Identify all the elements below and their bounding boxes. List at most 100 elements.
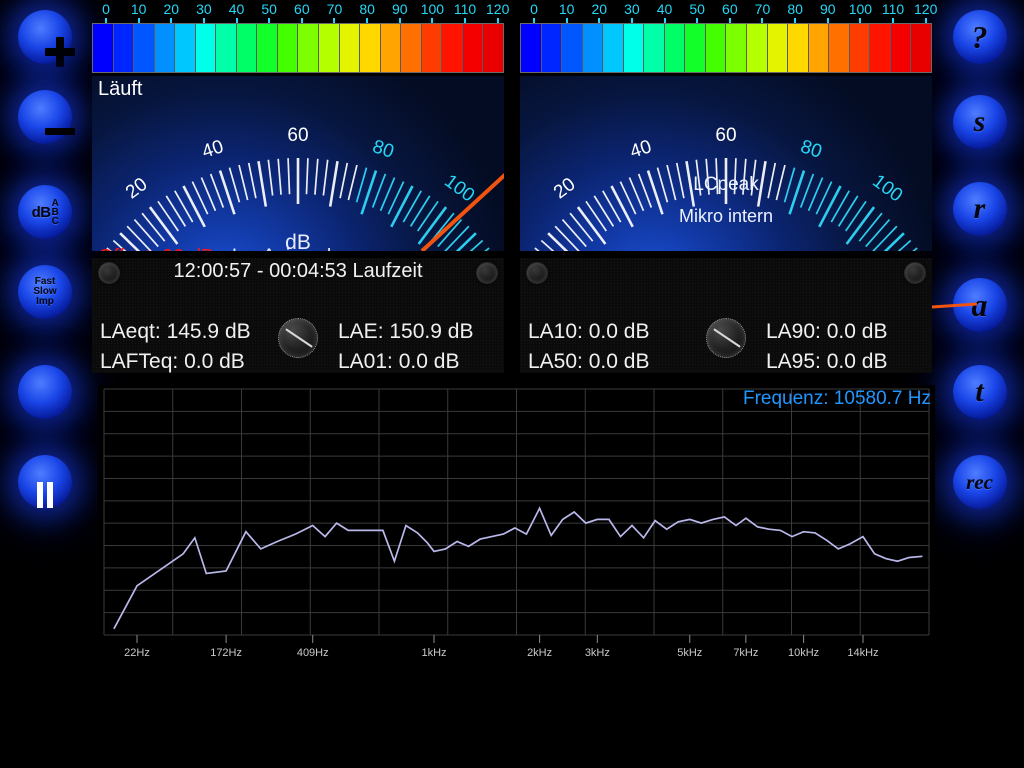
- scale-tick-label: 20: [163, 1, 180, 17]
- zoom-in-button[interactable]: [18, 10, 72, 64]
- fast-slow-imp-icon: Fast Slow Imp: [33, 277, 56, 307]
- help-button[interactable]: ?: [952, 10, 1007, 64]
- time-weighting-button[interactable]: Fast Slow Imp: [18, 265, 72, 319]
- scale-tick-label: 80: [787, 1, 803, 17]
- record-button[interactable]: rec: [952, 455, 1007, 509]
- spectrum-line: [113, 506, 923, 630]
- scale-tick-label: 110: [453, 1, 477, 17]
- scale-tick-label: 20: [591, 1, 608, 17]
- dial-tick: [865, 218, 891, 248]
- runtime-text: 12:00:57 - 00:04:53 Laufzeit: [173, 260, 423, 282]
- dial-tick: [247, 162, 257, 199]
- scale-band: [521, 24, 542, 72]
- screw-icon-top-right-2: [904, 262, 926, 284]
- la95-stat: LA95: 0.0 dB: [766, 350, 887, 373]
- scale-tick-label: 120: [485, 1, 510, 17]
- x-axis-label: 2kHz: [527, 647, 553, 659]
- lae-label: LAE:: [338, 320, 384, 343]
- dial-tick: [666, 164, 677, 201]
- scale-band: [277, 24, 299, 72]
- left-stats-panel[interactable]: 12:00:57 - 00:04:53 Laufzeit LAeqt: 145.…: [92, 258, 504, 373]
- scale-tick-mark: [696, 18, 699, 23]
- la01-label: LA01:: [338, 350, 393, 373]
- scale-band: [870, 24, 891, 72]
- scale-tick-mark: [137, 18, 140, 23]
- right-gauge-panel[interactable]: LCpeak Mikro intern 162.7 180.0 02040608…: [520, 76, 932, 251]
- left-scale-ticks: [92, 18, 504, 23]
- x-axis-label: 409Hz: [296, 647, 329, 659]
- frequency-spectrum-chart[interactable]: Frequenz: 10580.7 Hz 22Hz 172Hz 409Hz 1kHz 2…: [98, 385, 935, 670]
- scale-band: [216, 24, 237, 72]
- db-text: dB: [31, 203, 52, 221]
- peak-description: LCpeak: [693, 174, 759, 195]
- dial-tick: [339, 162, 349, 199]
- scale-band: [623, 24, 645, 72]
- pause-button[interactable]: [18, 455, 72, 509]
- scale-band: [664, 24, 686, 72]
- time-letter-icon: t: [975, 375, 984, 408]
- zoom-out-button[interactable]: [18, 90, 72, 144]
- dial-tick: [830, 190, 850, 223]
- dial-tick: [328, 160, 339, 207]
- scale-band: [236, 24, 258, 72]
- scale-tick-label: 40: [656, 1, 673, 17]
- dial-tick: [347, 164, 358, 201]
- scale-tick-label: 110: [881, 1, 905, 17]
- scale-band: [849, 24, 871, 72]
- right-stats-panel[interactable]: LA10: 0.0 dB LA90: 0.0 dB LA50: 0.0 dB L…: [520, 258, 932, 373]
- scale-tick-label: 50: [261, 1, 277, 17]
- x-axis-label: 7kHz: [733, 647, 759, 659]
- dial-tick: [872, 225, 898, 251]
- question-mark-icon: ?: [971, 19, 988, 55]
- dial-tick: [818, 185, 842, 228]
- stop-button[interactable]: [18, 365, 72, 419]
- scale-tick-label: 30: [624, 1, 640, 17]
- scale-tick-mark: [235, 18, 238, 23]
- reset-button[interactable]: r: [952, 182, 1007, 236]
- knob-control-right[interactable]: [706, 318, 746, 358]
- scale-band: [705, 24, 727, 72]
- scale-band: [726, 24, 748, 72]
- scale-tick-label: 120: [913, 1, 938, 17]
- scale-band: [175, 24, 196, 72]
- la50-label: LA50:: [528, 350, 583, 373]
- scale-tick-label: 50: [689, 1, 705, 17]
- time-button[interactable]: t: [952, 365, 1007, 419]
- scale-tick-mark: [663, 18, 666, 23]
- scale-band: [401, 24, 422, 72]
- scale-tick-mark: [565, 18, 568, 23]
- dial-tick: [756, 160, 767, 207]
- dial-tick: [287, 158, 291, 195]
- scale-band: [603, 24, 624, 72]
- left-toolbar: dB A B C Fast Slow Imp: [0, 0, 90, 768]
- dial-number: 60: [715, 125, 737, 146]
- left-dial-ticks: [106, 158, 490, 251]
- scale-tick-mark: [761, 18, 764, 23]
- dial-tick: [390, 185, 414, 228]
- scale-tick-mark: [105, 18, 107, 23]
- left-gauge-panel[interactable]: Läuft dB Offset: 99 dB Lp, A, impuls 152…: [92, 76, 504, 251]
- scale-tick-mark: [464, 18, 467, 23]
- scale-tick-mark: [598, 18, 601, 23]
- lafteq-label: LAFTeq:: [100, 350, 179, 373]
- left-scale-numbers: 0 10 20 30 40 50 60 70 80 90 100 110 120: [92, 0, 509, 18]
- dial-tick: [409, 195, 431, 227]
- dial-tick: [416, 200, 439, 232]
- scale-band: [685, 24, 706, 72]
- dial-tick: [267, 159, 274, 196]
- dial-tick: [656, 167, 669, 203]
- la90-stat: LA90: 0.0 dB: [766, 320, 887, 344]
- scale-band: [562, 24, 583, 72]
- dial-tick: [277, 158, 282, 195]
- scale-tick-mark: [398, 18, 401, 23]
- scale-band: [93, 24, 114, 72]
- scale-tick-label: 0: [102, 1, 110, 17]
- frequency-weighting-button[interactable]: dB A B C: [18, 185, 72, 239]
- dial-tick: [767, 162, 777, 199]
- dial-tick: [228, 167, 241, 203]
- scale-tick-label: 80: [359, 1, 375, 17]
- knob-control-left[interactable]: [278, 318, 318, 358]
- settings-button[interactable]: s: [952, 95, 1007, 149]
- dial-tick: [845, 206, 876, 245]
- weight-imp: Imp: [36, 296, 54, 307]
